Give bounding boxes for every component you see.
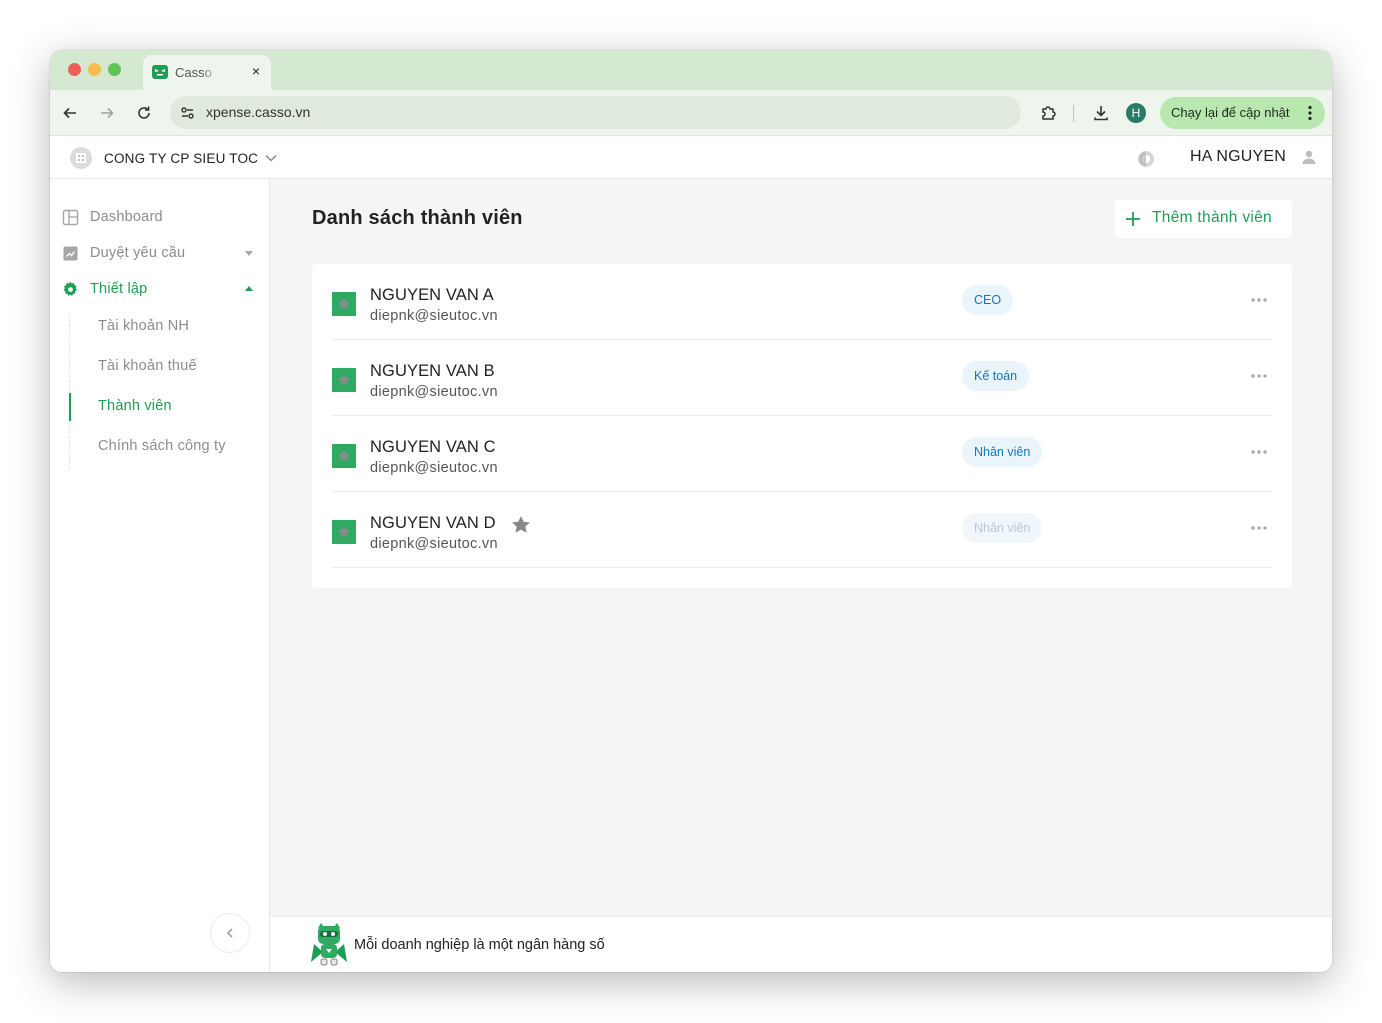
- member-avatar: [332, 444, 356, 468]
- sidebar-subitem-label: Tài khoản NH: [98, 318, 190, 334]
- app-footer: Mỗi doanh nghiệp là một ngân hàng số: [270, 916, 1332, 972]
- more-horizontal-icon[interactable]: [1250, 294, 1268, 306]
- tab-close-icon[interactable]: ×: [247, 62, 265, 80]
- sidebar-subitem-bank-accounts[interactable]: Tài khoản NH: [69, 313, 269, 341]
- member-email: diepnk@sieutoc.vn: [370, 308, 498, 324]
- active-indicator: [69, 393, 71, 421]
- back-button[interactable]: [58, 101, 82, 125]
- member-avatar: [332, 292, 356, 316]
- site-settings-icon: [181, 107, 194, 119]
- approval-icon: [63, 246, 78, 261]
- star-icon: [337, 297, 351, 310]
- theme-toggle-icon[interactable]: [1136, 149, 1156, 169]
- member-email: diepnk@sieutoc.vn: [370, 460, 498, 476]
- member-row[interactable]: NGUYEN VAN A diepnk@sieutoc.vn CEO: [332, 264, 1272, 340]
- user-icon[interactable]: [1301, 149, 1317, 165]
- more-horizontal-icon[interactable]: [1250, 522, 1268, 534]
- member-name: NGUYEN VAN C: [370, 438, 496, 456]
- main-content: Danh sách thành viên Thêm thành viên NGU…: [270, 179, 1332, 916]
- sidebar-subitem-label: Chính sách công ty: [98, 438, 226, 454]
- sidebar-subitem-label: Thành viên: [98, 398, 172, 414]
- role-badge: Nhân viên: [962, 437, 1043, 467]
- user-name[interactable]: HA NGUYEN: [1190, 148, 1286, 166]
- owner-star-icon: [512, 516, 530, 533]
- gear-icon: [63, 281, 78, 296]
- sidebar-subitem-tax-accounts[interactable]: Tài khoản thuế: [69, 353, 269, 381]
- arrow-right-icon: [101, 107, 114, 119]
- role-badge: Kế toán: [962, 361, 1030, 391]
- plus-icon: [1126, 212, 1140, 226]
- browser-toolbar: xpense.casso.vn H Chạy lại để cập nhật: [50, 90, 1332, 136]
- member-row[interactable]: NGUYEN VAN C diepnk@sieutoc.vn Nhân viên: [332, 416, 1272, 492]
- sidebar-item-label: Dashboard: [90, 209, 163, 225]
- chevron-down-icon[interactable]: [264, 152, 278, 164]
- sidebar-item-approval[interactable]: Duyệt yêu cầu: [50, 239, 269, 269]
- close-window-button[interactable]: [68, 63, 81, 76]
- collapse-sidebar-button[interactable]: [210, 913, 250, 953]
- more-horizontal-icon[interactable]: [1250, 370, 1268, 382]
- url-text: xpense.casso.vn: [206, 104, 311, 120]
- arrow-left-icon: [63, 107, 76, 119]
- star-icon: [337, 525, 351, 538]
- sidebar-subitem-company-policy[interactable]: Chính sách công ty: [69, 433, 269, 461]
- star-icon: [337, 449, 351, 462]
- puzzle-icon: [1042, 106, 1056, 120]
- browser-tab[interactable]: Casso ×: [143, 55, 271, 90]
- member-email: diepnk@sieutoc.vn: [370, 536, 498, 552]
- role-badge: Nhân viên: [962, 513, 1043, 543]
- casso-mascot-icon: [311, 923, 347, 966]
- sidebar-item-label: Duyệt yêu cầu: [90, 245, 186, 261]
- member-name: NGUYEN VAN B: [370, 362, 495, 380]
- toolbar-separator: [1073, 105, 1074, 122]
- forward-button[interactable]: [95, 101, 119, 125]
- member-name: NGUYEN VAN A: [370, 286, 494, 304]
- minimize-window-button[interactable]: [88, 63, 101, 76]
- sidebar-subitem-label: Tài khoản thuế: [98, 358, 197, 374]
- role-badge: CEO: [962, 285, 1014, 315]
- member-avatar: [332, 520, 356, 544]
- sidebar-item-label: Thiết lập: [90, 281, 148, 297]
- footer-tagline: Mỗi doanh nghiệp là một ngân hàng số: [354, 937, 605, 953]
- browser-titlebar: Casso ×: [50, 50, 1332, 90]
- chevron-left-icon: [226, 928, 233, 938]
- sidebar-item-dashboard[interactable]: Dashboard: [50, 203, 269, 233]
- more-horizontal-icon[interactable]: [1250, 446, 1268, 458]
- browser-window: Casso × xpense.casso.vn H Chạy lại để cậ…: [50, 50, 1332, 972]
- update-chrome-label: Chạy lại để cập nhật: [1171, 105, 1290, 120]
- add-member-label: Thêm thành viên: [1152, 209, 1272, 226]
- member-row[interactable]: NGUYEN VAN D diepnk@sieutoc.vn Nhân viên: [332, 492, 1272, 568]
- reload-button[interactable]: [132, 101, 156, 125]
- sidebar-item-settings[interactable]: Thiết lập: [50, 275, 269, 305]
- extensions-button[interactable]: [1037, 101, 1061, 125]
- address-bar[interactable]: xpense.casso.vn: [170, 96, 1021, 129]
- member-name: NGUYEN VAN D: [370, 514, 496, 532]
- update-chrome-button[interactable]: Chạy lại để cập nhật: [1160, 97, 1325, 129]
- tab-title: Casso: [175, 65, 212, 80]
- star-icon: [337, 373, 351, 386]
- downloads-button[interactable]: [1089, 101, 1113, 125]
- add-member-button[interactable]: Thêm thành viên: [1115, 200, 1292, 238]
- caret-down-icon: [245, 251, 253, 256]
- sidebar: Dashboard Duyệt yêu cầu Thiết lập Tài kh…: [50, 179, 270, 972]
- maximize-window-button[interactable]: [108, 63, 121, 76]
- more-vertical-icon: [1308, 105, 1312, 121]
- casso-favicon-icon: [152, 65, 168, 79]
- reload-icon: [138, 106, 150, 119]
- member-row[interactable]: NGUYEN VAN B diepnk@sieutoc.vn Kế toán: [332, 340, 1272, 416]
- member-list: NGUYEN VAN A diepnk@sieutoc.vn CEO NGUYE…: [312, 264, 1292, 588]
- dashboard-icon: [62, 209, 79, 226]
- download-icon: [1094, 106, 1108, 121]
- profile-avatar[interactable]: H: [1126, 103, 1146, 123]
- member-avatar: [332, 368, 356, 392]
- building-icon: [76, 153, 86, 163]
- page-title: Danh sách thành viên: [312, 207, 523, 229]
- app-header: CONG TY CP SIEU TOC HA NGUYEN: [50, 136, 1332, 179]
- company-selector[interactable]: CONG TY CP SIEU TOC: [104, 151, 258, 166]
- company-icon: [70, 147, 92, 169]
- member-email: diepnk@sieutoc.vn: [370, 384, 498, 400]
- sidebar-subitem-members[interactable]: Thành viên: [69, 393, 269, 421]
- caret-up-icon: [245, 286, 253, 291]
